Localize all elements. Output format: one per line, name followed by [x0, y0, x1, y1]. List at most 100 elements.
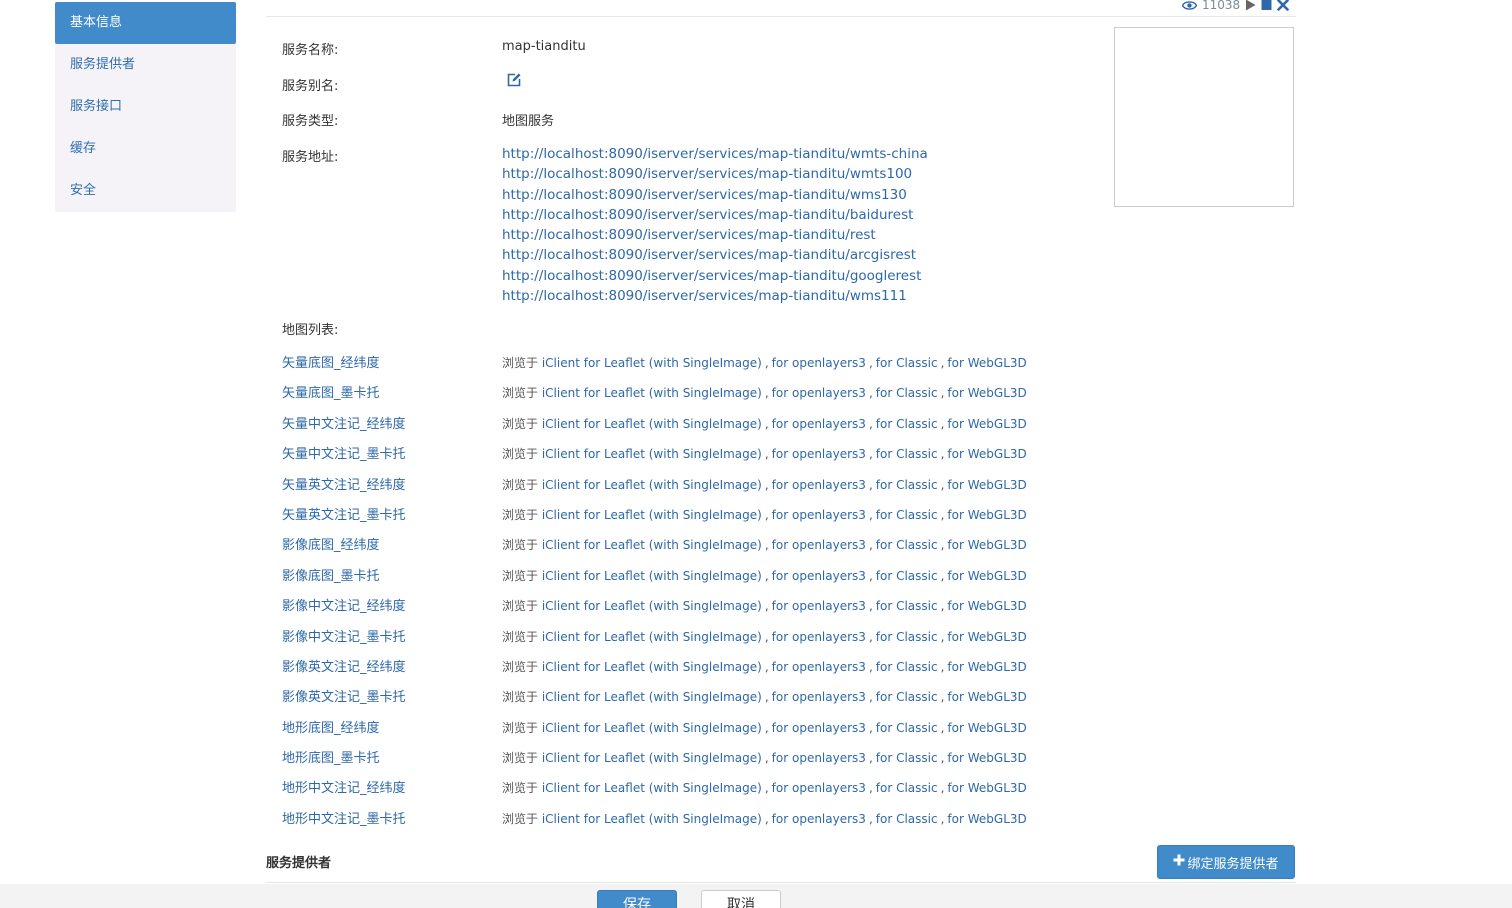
openlayers3-link[interactable]: for openlayers3 — [772, 447, 866, 461]
classic-link[interactable]: for Classic — [876, 478, 938, 492]
sidebar-item-service-interface[interactable]: 服务接口 — [55, 86, 236, 128]
webgl3d-link[interactable]: for WebGL3D — [947, 599, 1026, 613]
map-name-link[interactable]: 影像中文注记_墨卡托 — [282, 626, 406, 645]
leaflet-singleimage-link[interactable]: (with SingleImage) — [649, 690, 762, 704]
webgl3d-link[interactable]: for WebGL3D — [947, 508, 1026, 522]
openlayers3-link[interactable]: for openlayers3 — [772, 356, 866, 370]
leaflet-link[interactable]: iClient for Leaflet — [542, 812, 645, 826]
classic-link[interactable]: for Classic — [876, 599, 938, 613]
leaflet-singleimage-link[interactable]: (with SingleImage) — [649, 721, 762, 735]
classic-link[interactable]: for Classic — [876, 721, 938, 735]
webgl3d-link[interactable]: for WebGL3D — [947, 569, 1026, 583]
bind-provider-button[interactable]: 绑定服务提供者 — [1157, 845, 1295, 879]
leaflet-singleimage-link[interactable]: (with SingleImage) — [649, 417, 762, 431]
openlayers3-link[interactable]: for openlayers3 — [772, 538, 866, 552]
map-name-link[interactable]: 地形中文注记_墨卡托 — [282, 808, 406, 827]
webgl3d-link[interactable]: for WebGL3D — [947, 721, 1026, 735]
service-address-link[interactable]: http://localhost:8090/iserver/services/m… — [502, 144, 928, 164]
webgl3d-link[interactable]: for WebGL3D — [947, 417, 1026, 431]
sidebar-item-security[interactable]: 安全 — [55, 170, 236, 212]
openlayers3-link[interactable]: for openlayers3 — [772, 386, 866, 400]
service-address-link[interactable]: http://localhost:8090/iserver/services/m… — [502, 266, 928, 286]
classic-link[interactable]: for Classic — [876, 630, 938, 644]
leaflet-link[interactable]: iClient for Leaflet — [542, 478, 645, 492]
leaflet-link[interactable]: iClient for Leaflet — [542, 508, 645, 522]
map-name-link[interactable]: 矢量中文注记_经纬度 — [282, 413, 406, 432]
classic-link[interactable]: for Classic — [876, 812, 938, 826]
classic-link[interactable]: for Classic — [876, 508, 938, 522]
leaflet-link[interactable]: iClient for Leaflet — [542, 781, 645, 795]
classic-link[interactable]: for Classic — [876, 447, 938, 461]
webgl3d-link[interactable]: for WebGL3D — [947, 812, 1026, 826]
leaflet-singleimage-link[interactable]: (with SingleImage) — [649, 751, 762, 765]
openlayers3-link[interactable]: for openlayers3 — [772, 508, 866, 522]
openlayers3-link[interactable]: for openlayers3 — [772, 569, 866, 583]
openlayers3-link[interactable]: for openlayers3 — [772, 417, 866, 431]
webgl3d-link[interactable]: for WebGL3D — [947, 630, 1026, 644]
leaflet-link[interactable]: iClient for Leaflet — [542, 569, 645, 583]
openlayers3-link[interactable]: for openlayers3 — [772, 751, 866, 765]
map-name-link[interactable]: 影像英文注记_经纬度 — [282, 656, 406, 675]
leaflet-link[interactable]: iClient for Leaflet — [542, 599, 645, 613]
webgl3d-link[interactable]: for WebGL3D — [947, 751, 1026, 765]
webgl3d-link[interactable]: for WebGL3D — [947, 386, 1026, 400]
map-name-link[interactable]: 矢量底图_墨卡托 — [282, 382, 380, 401]
service-address-link[interactable]: http://localhost:8090/iserver/services/m… — [502, 286, 928, 306]
map-name-link[interactable]: 矢量英文注记_经纬度 — [282, 474, 406, 493]
leaflet-link[interactable]: iClient for Leaflet — [542, 630, 645, 644]
map-name-link[interactable]: 影像底图_墨卡托 — [282, 565, 380, 584]
leaflet-singleimage-link[interactable]: (with SingleImage) — [649, 386, 762, 400]
classic-link[interactable]: for Classic — [876, 356, 938, 370]
leaflet-link[interactable]: iClient for Leaflet — [542, 386, 645, 400]
map-name-link[interactable]: 矢量中文注记_墨卡托 — [282, 443, 406, 462]
leaflet-link[interactable]: iClient for Leaflet — [542, 690, 645, 704]
openlayers3-link[interactable]: for openlayers3 — [772, 721, 866, 735]
leaflet-singleimage-link[interactable]: (with SingleImage) — [649, 538, 762, 552]
leaflet-link[interactable]: iClient for Leaflet — [542, 538, 645, 552]
openlayers3-link[interactable]: for openlayers3 — [772, 478, 866, 492]
webgl3d-link[interactable]: for WebGL3D — [947, 781, 1026, 795]
classic-link[interactable]: for Classic — [876, 660, 938, 674]
sidebar-item-basic-info[interactable]: 基本信息 — [55, 2, 236, 44]
map-name-link[interactable]: 地形底图_墨卡托 — [282, 747, 380, 766]
classic-link[interactable]: for Classic — [876, 751, 938, 765]
map-name-link[interactable]: 矢量英文注记_墨卡托 — [282, 504, 406, 523]
leaflet-singleimage-link[interactable]: (with SingleImage) — [649, 812, 762, 826]
leaflet-singleimage-link[interactable]: (with SingleImage) — [649, 569, 762, 583]
stop-icon[interactable] — [1261, 0, 1272, 11]
webgl3d-link[interactable]: for WebGL3D — [947, 690, 1026, 704]
leaflet-singleimage-link[interactable]: (with SingleImage) — [649, 478, 762, 492]
map-name-link[interactable]: 影像英文注记_墨卡托 — [282, 686, 406, 705]
classic-link[interactable]: for Classic — [876, 538, 938, 552]
play-icon[interactable] — [1245, 0, 1256, 11]
openlayers3-link[interactable]: for openlayers3 — [772, 690, 866, 704]
classic-link[interactable]: for Classic — [876, 569, 938, 583]
service-address-link[interactable]: http://localhost:8090/iserver/services/m… — [502, 205, 928, 225]
webgl3d-link[interactable]: for WebGL3D — [947, 478, 1026, 492]
close-icon[interactable] — [1277, 0, 1289, 11]
leaflet-link[interactable]: iClient for Leaflet — [542, 721, 645, 735]
leaflet-link[interactable]: iClient for Leaflet — [542, 751, 645, 765]
openlayers3-link[interactable]: for openlayers3 — [772, 660, 866, 674]
leaflet-singleimage-link[interactable]: (with SingleImage) — [649, 630, 762, 644]
leaflet-singleimage-link[interactable]: (with SingleImage) — [649, 781, 762, 795]
edit-icon[interactable] — [506, 72, 522, 88]
sidebar-item-cache[interactable]: 缓存 — [55, 128, 236, 170]
classic-link[interactable]: for Classic — [876, 417, 938, 431]
sidebar-item-service-provider[interactable]: 服务提供者 — [55, 44, 236, 86]
map-name-link[interactable]: 影像中文注记_经纬度 — [282, 595, 406, 614]
classic-link[interactable]: for Classic — [876, 690, 938, 704]
map-name-link[interactable]: 地形中文注记_经纬度 — [282, 777, 406, 796]
webgl3d-link[interactable]: for WebGL3D — [947, 356, 1026, 370]
webgl3d-link[interactable]: for WebGL3D — [947, 538, 1026, 552]
leaflet-singleimage-link[interactable]: (with SingleImage) — [649, 599, 762, 613]
leaflet-link[interactable]: iClient for Leaflet — [542, 356, 645, 370]
save-button[interactable]: 保存 — [597, 890, 677, 908]
leaflet-link[interactable]: iClient for Leaflet — [542, 660, 645, 674]
map-name-link[interactable]: 地形底图_经纬度 — [282, 717, 380, 736]
map-name-link[interactable]: 矢量底图_经纬度 — [282, 352, 380, 371]
openlayers3-link[interactable]: for openlayers3 — [772, 630, 866, 644]
leaflet-singleimage-link[interactable]: (with SingleImage) — [649, 660, 762, 674]
classic-link[interactable]: for Classic — [876, 386, 938, 400]
service-address-link[interactable]: http://localhost:8090/iserver/services/m… — [502, 225, 928, 245]
